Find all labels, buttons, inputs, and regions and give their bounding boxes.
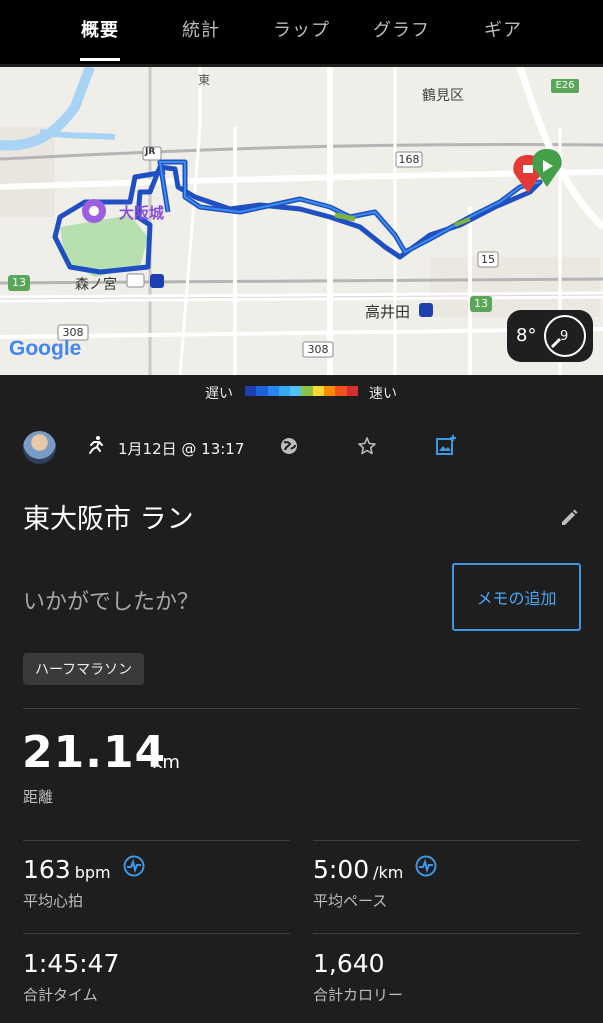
tab-summary[interactable]: 概要 — [81, 16, 119, 42]
map-canvas — [0, 67, 603, 375]
avg-pace-unit: /km — [373, 863, 404, 882]
route-shield-168: 168 — [398, 153, 420, 166]
tab-gear[interactable]: ギア — [484, 16, 522, 42]
star-icon[interactable] — [356, 435, 378, 457]
activity-datetime: 1月12日 @ 13:17 — [118, 440, 245, 458]
add-memo-button[interactable]: メモの追加 — [452, 563, 581, 631]
pace-color-swatch — [245, 386, 257, 396]
divider-left-1 — [23, 840, 290, 841]
edit-pencil-icon[interactable] — [559, 508, 579, 528]
tab-stats[interactable]: 統計 — [182, 16, 220, 42]
activity-meta-row: 1月12日 @ 13:17 — [0, 425, 603, 469]
pace-color-swatch — [267, 386, 279, 396]
map-label-morinomiya: 森ノ宮 — [75, 277, 117, 293]
pace-color-scale — [245, 386, 358, 396]
route-shield-13-right: 13 — [474, 297, 488, 310]
total-time-value: 1:45:47 — [23, 949, 120, 978]
route-shield-308-bottom: 308 — [307, 343, 329, 356]
legend-slow-label: 遅い — [205, 386, 233, 402]
divider-top — [23, 708, 580, 709]
avatar[interactable] — [23, 431, 56, 464]
divider-left-2 — [23, 933, 290, 934]
route-map[interactable]: 鶴見区 大阪城 森ノ宮 高井田 東 JR 168 15 13 13 308 30… — [0, 67, 603, 375]
pace-color-swatch — [301, 386, 313, 396]
pace-color-swatch — [346, 386, 358, 396]
weather-temperature: 8° — [516, 325, 537, 346]
map-label-higashi: 東 — [198, 73, 211, 87]
route-shield-e26: E26 — [555, 80, 575, 91]
divider-right-2 — [313, 933, 580, 934]
active-tab-indicator — [80, 58, 120, 61]
map-label-osakajo: 大阪城 — [119, 204, 165, 222]
heart-rate-zone-icon[interactable] — [123, 855, 145, 877]
avg-heart-rate-value: 163 — [23, 855, 71, 884]
wind-speed: 9 — [560, 329, 569, 344]
pace-color-swatch — [335, 386, 347, 396]
running-icon — [89, 436, 103, 454]
distance-label: 距離 — [23, 788, 54, 806]
avg-heart-rate: 163 bpm — [23, 855, 111, 884]
avg-pace-label: 平均ペース — [313, 892, 388, 910]
pace-color-swatch — [312, 386, 325, 396]
google-logo: Google — [9, 337, 82, 360]
total-calories-label: 合計カロリー — [313, 986, 404, 1004]
avg-pace-value: 5:00 — [313, 855, 370, 884]
activity-title: 東大阪市 ラン — [23, 504, 194, 535]
pace-color-swatch — [256, 386, 268, 396]
activity-tag[interactable]: ハーフマラソン — [23, 653, 145, 685]
pace-color-swatch — [290, 386, 302, 396]
total-calories-value: 1,640 — [313, 949, 385, 978]
pace-color-swatch — [324, 386, 336, 396]
globe-icon[interactable] — [279, 436, 299, 456]
pace-color-swatch — [278, 386, 291, 396]
total-time-label: 合計タイム — [23, 986, 98, 1004]
tab-graphs[interactable]: グラフ — [373, 16, 430, 42]
map-label-tsurumi: 鶴見区 — [422, 88, 464, 104]
map-label-jr: JR — [145, 147, 156, 157]
avg-heart-rate-unit: bpm — [74, 863, 111, 882]
avg-pace: 5:00/km — [313, 855, 403, 884]
tab-laps[interactable]: ラップ — [273, 16, 330, 42]
distance-value: 21.14 — [22, 727, 167, 778]
avg-heart-rate-label: 平均心拍 — [23, 892, 84, 910]
pace-zone-icon[interactable] — [415, 855, 437, 877]
tab-bar: 概要 統計 ラップ グラフ ギア — [0, 0, 603, 64]
route-shield-15: 15 — [481, 253, 495, 266]
divider-right-1 — [313, 840, 580, 841]
route-shield-13-left: 13 — [12, 276, 26, 289]
map-label-takaida: 高井田 — [365, 303, 411, 321]
legend-fast-label: 速い — [369, 386, 397, 402]
pace-legend: 遅い 速い — [0, 375, 603, 409]
memo-prompt: いかがでしたか？ — [23, 590, 200, 615]
add-photo-icon[interactable] — [435, 434, 457, 456]
distance-unit: km — [152, 752, 180, 773]
